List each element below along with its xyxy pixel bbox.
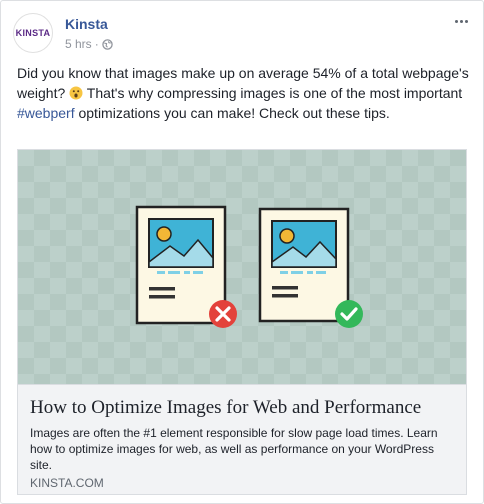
timestamp[interactable]: 5 hrs — [65, 37, 92, 51]
post-meta: 5 hrs · — [65, 37, 113, 51]
link-description: Images are often the #1 element responsi… — [30, 426, 438, 472]
message-text-3: optimizations you can make! Check out th… — [74, 105, 390, 121]
illustration — [135, 205, 363, 328]
x-icon — [209, 300, 237, 328]
more-options-icon[interactable] — [451, 13, 471, 29]
avatar-logo-text: KINSTA — [15, 28, 51, 38]
link-domain: KINSTA.COM — [30, 476, 104, 490]
link-preview-body[interactable]: How to Optimize Images for Web and Perfo… — [18, 384, 466, 494]
link-preview-card[interactable]: How to Optimize Images for Web and Perfo… — [17, 149, 467, 495]
optimized-image-frame — [258, 207, 350, 323]
avatar[interactable]: KINSTA — [13, 13, 53, 53]
link-preview-image[interactable] — [18, 150, 466, 384]
facebook-post: KINSTA Kinsta 5 hrs · Did you know that … — [0, 0, 484, 504]
message-text-2: That's why compressing images is one of … — [83, 85, 463, 101]
surprised-face-emoji — [69, 85, 83, 100]
hashtag-link[interactable]: #webperf — [17, 105, 75, 121]
meta-separator: · — [94, 37, 99, 51]
check-icon — [335, 300, 363, 328]
post-message: Did you know that images make up on aver… — [17, 63, 469, 123]
link-title[interactable]: How to Optimize Images for Web and Perfo… — [30, 397, 460, 419]
globe-icon[interactable] — [101, 38, 113, 50]
author-name[interactable]: Kinsta — [65, 16, 108, 32]
